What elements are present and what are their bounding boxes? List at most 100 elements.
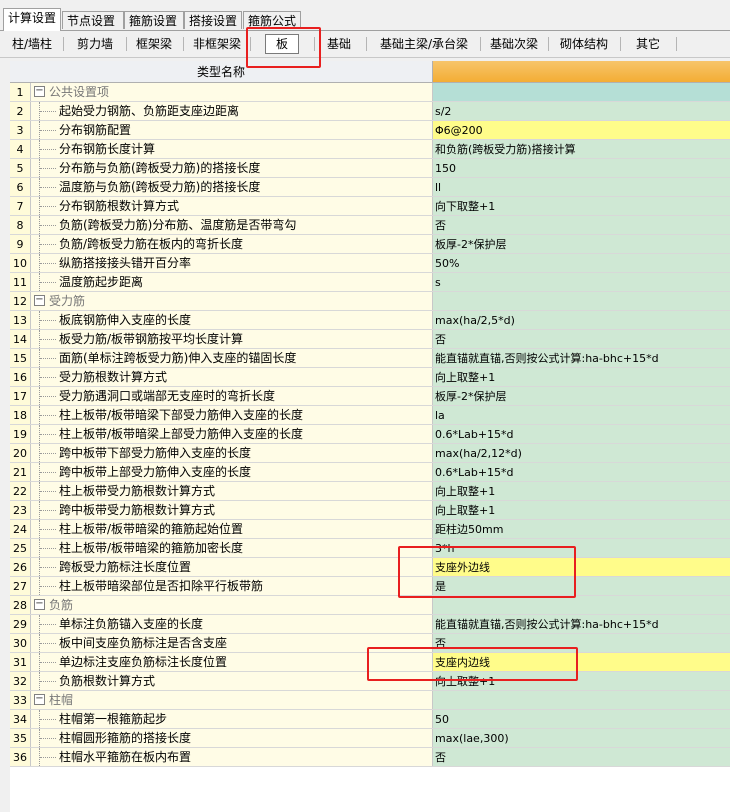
setting-value-cell[interactable] <box>433 83 730 101</box>
setting-value-cell[interactable]: 0.6*Lab+15*d <box>433 463 730 481</box>
collapse-toggle-icon[interactable]: − <box>34 86 45 97</box>
setting-value-cell[interactable]: Φ6@200 <box>433 121 730 139</box>
table-row[interactable]: 36 柱帽水平箍筋在板内布置 否 <box>10 748 730 767</box>
tab-node-settings[interactable]: 节点设置 <box>62 11 124 29</box>
table-row[interactable]: 29 单标注负筋锚入支座的长度 能直锚就直锚,否则按公式计算:ha-bhc+15*d <box>10 615 730 634</box>
collapse-toggle-icon[interactable]: − <box>34 295 45 306</box>
subtab-foundation-main-beam[interactable]: 基础主梁/承台梁 <box>371 34 477 54</box>
setting-name-label: 负筋 <box>49 598 74 612</box>
table-row[interactable]: 35 柱帽圆形箍筋的搭接长度 max(lae,300) <box>10 729 730 748</box>
subtab-masonry[interactable]: 砌体结构 <box>554 34 614 54</box>
table-row[interactable]: 3 分布钢筋配置 Φ6@200 <box>10 121 730 140</box>
setting-value-cell[interactable]: 向上取整+1 <box>433 501 730 519</box>
table-row[interactable]: 13 板底钢筋伸入支座的长度 max(ha/2,5*d) <box>10 311 730 330</box>
subtab-foundation[interactable]: 基础 <box>318 34 360 54</box>
table-row[interactable]: 21 跨中板带上部受力筋伸入支座的长度 0.6*Lab+15*d <box>10 463 730 482</box>
setting-value-cell[interactable]: max(ha/2,5*d) <box>433 311 730 329</box>
setting-value-cell[interactable]: max(lae,300) <box>433 729 730 747</box>
setting-value-cell[interactable]: max(ha/2,12*d) <box>433 444 730 462</box>
setting-name-cell: 柱上板带受力筋根数计算方式 <box>31 482 433 500</box>
group-row[interactable]: 28− 负筋 <box>10 596 730 615</box>
setting-name-cell: 温度筋与负筋(跨板受力筋)的搭接长度 <box>31 178 433 196</box>
table-row[interactable]: 34 柱帽第一根箍筋起步 50 <box>10 710 730 729</box>
setting-value-cell[interactable]: 否 <box>433 216 730 234</box>
setting-value-cell[interactable]: s/2 <box>433 102 730 120</box>
table-row[interactable]: 5 分布筋与负筋(跨板受力筋)的搭接长度 150 <box>10 159 730 178</box>
tab-calc-settings[interactable]: 计算设置 <box>3 8 61 31</box>
table-row[interactable]: 11 温度筋起步距离 s <box>10 273 730 292</box>
subtab-foundation-secondary-beam[interactable]: 基础次梁 <box>484 34 544 54</box>
setting-value-cell[interactable]: 和负筋(跨板受力筋)搭接计算 <box>433 140 730 158</box>
setting-value-cell[interactable]: 0.6*Lab+15*d <box>433 425 730 443</box>
setting-name-cell: 受力筋根数计算方式 <box>31 368 433 386</box>
table-row[interactable]: 4 分布钢筋长度计算 和负筋(跨板受力筋)搭接计算 <box>10 140 730 159</box>
setting-value-cell[interactable]: 距柱边50mm <box>433 520 730 538</box>
column-header-name[interactable]: 类型名称 <box>10 61 433 83</box>
table-row[interactable]: 6 温度筋与负筋(跨板受力筋)的搭接长度 ll <box>10 178 730 197</box>
setting-value-cell[interactable]: 150 <box>433 159 730 177</box>
table-row[interactable]: 20 跨中板带下部受力筋伸入支座的长度 max(ha/2,12*d) <box>10 444 730 463</box>
setting-value-cell[interactable]: 50 <box>433 710 730 728</box>
subtab-shear-wall[interactable]: 剪力墙 <box>66 34 124 54</box>
setting-name-cell: − 负筋 <box>31 596 433 614</box>
setting-value-cell[interactable]: 能直锚就直锚,否则按公式计算:ha-bhc+15*d <box>433 349 730 367</box>
setting-name-cell: − 受力筋 <box>31 292 433 310</box>
table-row[interactable]: 14 板受力筋/板带钢筋按平均长度计算 否 <box>10 330 730 349</box>
table-row[interactable]: 15 面筋(单标注跨板受力筋)伸入支座的锚固长度 能直锚就直锚,否则按公式计算:ha… <box>10 349 730 368</box>
setting-value-cell[interactable]: 板厚-2*保护层 <box>433 235 730 253</box>
setting-value-cell[interactable]: s <box>433 273 730 291</box>
tab-lap-settings[interactable]: 搭接设置 <box>184 11 242 29</box>
setting-value-cell[interactable]: ll <box>433 178 730 196</box>
setting-value-cell[interactable]: 否 <box>433 748 730 766</box>
tree-line <box>31 520 59 538</box>
table-row[interactable]: 26 跨板受力筋标注长度位置 支座外边线 <box>10 558 730 577</box>
setting-value-cell[interactable]: 向上取整+1 <box>433 482 730 500</box>
setting-name-cell: 负筋/跨板受力筋在板内的弯折长度 <box>31 235 433 253</box>
subtab-other[interactable]: 其它 <box>624 34 672 54</box>
tree-line <box>31 273 59 291</box>
setting-value-cell[interactable]: 50% <box>433 254 730 272</box>
group-row[interactable]: 12− 受力筋 <box>10 292 730 311</box>
table-row[interactable]: 27 柱上板带暗梁部位是否扣除平行板带筋是 <box>10 577 730 596</box>
tab-stirrup-settings[interactable]: 箍筋设置 <box>124 11 184 29</box>
row-number: 3 <box>10 121 31 139</box>
table-row[interactable]: 7 分布钢筋根数计算方式 向下取整+1 <box>10 197 730 216</box>
setting-name-cell: 柱上板带/板带暗梁下部受力筋伸入支座的长度 <box>31 406 433 424</box>
table-row[interactable]: 16 受力筋根数计算方式 向上取整+1 <box>10 368 730 387</box>
row-number: 20 <box>10 444 31 462</box>
subtab-column-wall-column[interactable]: 柱/墙柱 <box>3 34 61 54</box>
collapse-toggle-icon[interactable]: − <box>34 599 45 610</box>
row-number: 24 <box>10 520 31 538</box>
setting-value-cell[interactable]: 向上取整+1 <box>433 368 730 386</box>
table-row[interactable]: 19 柱上板带/板带暗梁上部受力筋伸入支座的长度 0.6*Lab+15*d <box>10 425 730 444</box>
group-row[interactable]: 1− 公共设置项 <box>10 83 730 102</box>
tree-line <box>31 444 59 462</box>
setting-value-cell[interactable]: 能直锚就直锚,否则按公式计算:ha-bhc+15*d <box>433 615 730 633</box>
table-row[interactable]: 10 纵筋搭接接头错开百分率 50% <box>10 254 730 273</box>
setting-name-label: 柱帽第一根箍筋起步 <box>59 712 168 726</box>
subtab-frame-beam[interactable]: 框架梁 <box>128 34 180 54</box>
setting-value-cell[interactable] <box>433 292 730 310</box>
table-row[interactable]: 22 柱上板带受力筋根数计算方式 向上取整+1 <box>10 482 730 501</box>
setting-value-cell[interactable] <box>433 691 730 709</box>
group-row[interactable]: 33− 柱帽 <box>10 691 730 710</box>
setting-value-cell[interactable]: 板厚-2*保护层 <box>433 387 730 405</box>
column-header-value[interactable] <box>433 61 730 83</box>
collapse-toggle-icon[interactable]: − <box>34 694 45 705</box>
divider <box>366 37 367 51</box>
row-number: 29 <box>10 615 31 633</box>
table-row[interactable]: 24 柱上板带/板带暗梁的箍筋起始位置 距柱边50mm <box>10 520 730 539</box>
setting-value-cell[interactable]: la <box>433 406 730 424</box>
table-row[interactable]: 8 负筋(跨板受力筋)分布筋、温度筋是否带弯勾 否 <box>10 216 730 235</box>
setting-value-cell[interactable] <box>433 596 730 614</box>
subtab-non-frame-beam[interactable]: 非框架梁 <box>186 34 248 54</box>
table-row[interactable]: 9 负筋/跨板受力筋在板内的弯折长度 板厚-2*保护层 <box>10 235 730 254</box>
table-row[interactable]: 2 起始受力钢筋、负筋距支座边距离 s/2 <box>10 102 730 121</box>
table-row[interactable]: 25 柱上板带/板带暗梁的箍筋加密长度 3*h <box>10 539 730 558</box>
tree-line <box>31 463 59 481</box>
setting-value-cell[interactable]: 否 <box>433 330 730 348</box>
table-row[interactable]: 23 跨中板带受力筋根数计算方式 向上取整+1 <box>10 501 730 520</box>
setting-value-cell[interactable]: 向下取整+1 <box>433 197 730 215</box>
table-row[interactable]: 17 受力筋遇洞口或端部无支座时的弯折长度 板厚-2*保护层 <box>10 387 730 406</box>
table-row[interactable]: 18 柱上板带/板带暗梁下部受力筋伸入支座的长度 la <box>10 406 730 425</box>
